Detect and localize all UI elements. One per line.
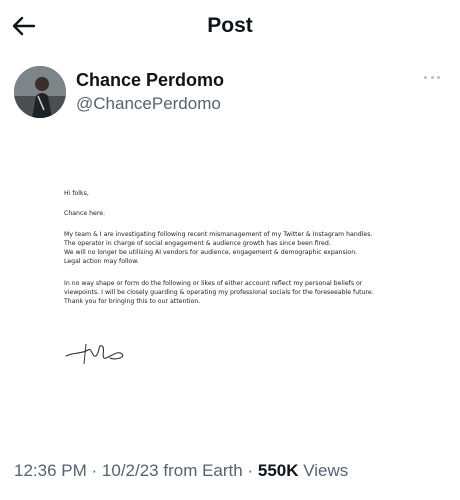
post-author: Chance Perdomo @ChancePerdomo — [14, 66, 446, 122]
letter-intro: Chance here. — [64, 210, 106, 217]
page-title: Post — [207, 14, 253, 37]
avatar[interactable] — [14, 66, 66, 118]
views-label: Views — [303, 461, 349, 480]
more-dots-icon — [430, 76, 434, 79]
letter-line: The operator in charge of social engagem… — [64, 240, 331, 247]
signature-image — [65, 343, 124, 365]
author-handle[interactable]: @ChancePerdomo — [76, 94, 221, 114]
views-count[interactable]: 550K — [258, 461, 299, 480]
letter-line: viewpoints. I will be closely guarding &… — [64, 289, 374, 296]
letter-line: Thank you for bringing this to our atten… — [64, 298, 201, 305]
post-image-letter[interactable]: Hi folks, Chance here. My team & I are i… — [14, 158, 442, 400]
meta-separator: · — [91, 461, 98, 480]
post-date[interactable]: 10/2/23 — [102, 461, 159, 480]
post-source: from Earth — [163, 461, 243, 480]
letter-line: My team & I are investigating following … — [64, 231, 373, 238]
more-dots-icon — [424, 76, 427, 79]
author-name[interactable]: Chance Perdomo — [76, 70, 224, 91]
more-options-button[interactable] — [422, 74, 442, 82]
more-dots-icon — [437, 76, 440, 79]
top-bar: Post — [0, 0, 460, 52]
post-time: 12:36 PM — [14, 461, 87, 480]
letter-line: We will no longer be utilising AI vendor… — [64, 249, 358, 256]
meta-separator: · — [247, 461, 254, 480]
letter-line: In no way shape or form do the following… — [64, 280, 363, 287]
post-metadata: 12:36 PM · 10/2/23 from Earth · 550K Vie… — [14, 461, 348, 481]
letter-line: Legal action may follow. — [64, 258, 139, 265]
letter-greeting: Hi folks, — [64, 190, 89, 197]
